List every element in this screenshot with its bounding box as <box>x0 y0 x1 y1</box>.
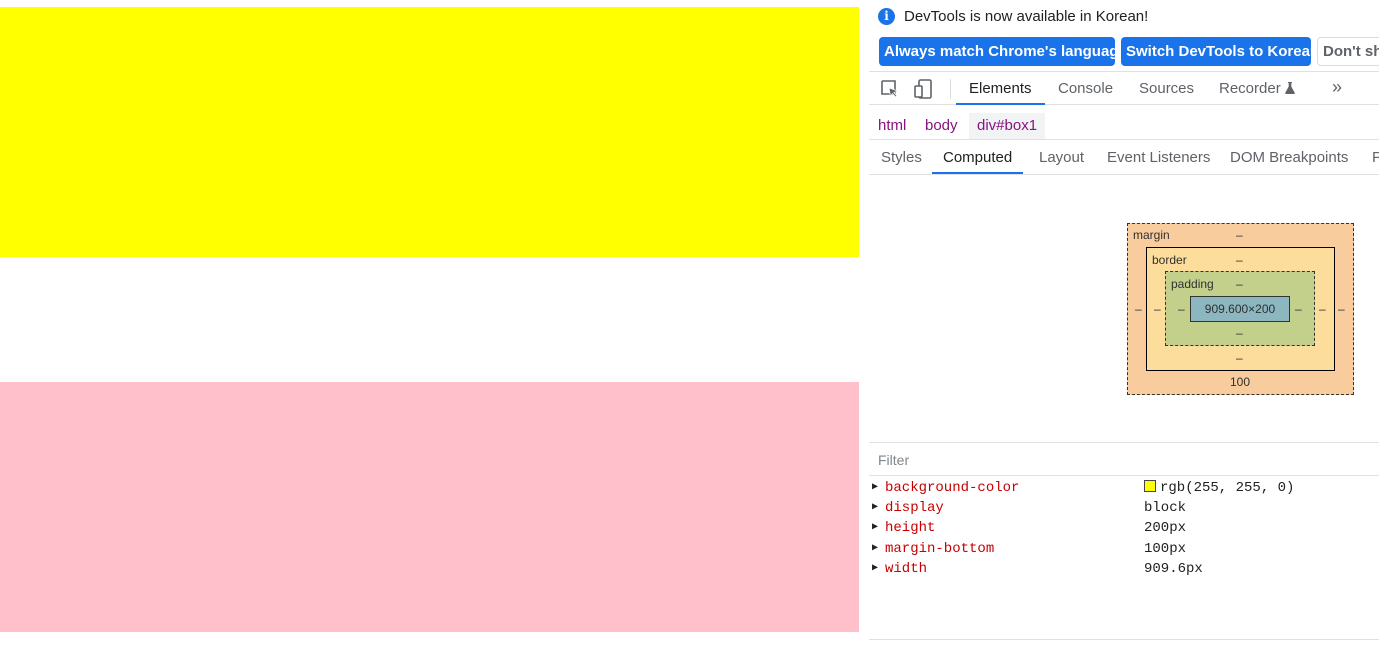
toolbar-divider <box>950 79 951 99</box>
switch-korean-button[interactable]: Switch DevTools to Korean <box>1121 37 1319 66</box>
more-tabs-chevron-icon[interactable]: » <box>1332 72 1342 105</box>
computed-row-margin-bottom[interactable]: ▶ margin-bottom 100px <box>869 539 1379 559</box>
border-bottom-value[interactable]: – <box>1236 351 1243 365</box>
tab-properties[interactable]: P <box>1372 141 1379 174</box>
property-name: background-color <box>885 480 1020 496</box>
main-tabbar: Elements Console Sources Recorder » <box>869 71 1379 105</box>
border-top-value[interactable]: – <box>1236 253 1243 267</box>
filter-input[interactable] <box>878 449 1358 471</box>
tab-console[interactable]: Console <box>1058 72 1113 105</box>
tab-styles[interactable]: Styles <box>881 141 922 174</box>
expand-triangle-icon[interactable]: ▶ <box>872 498 878 518</box>
tab-event-listeners[interactable]: Event Listeners <box>1107 141 1210 174</box>
info-icon: i <box>878 8 895 25</box>
property-value: 200px <box>1144 520 1187 536</box>
computed-row-height[interactable]: ▶ height 200px <box>869 518 1379 538</box>
property-value-text: rgb(255, 255, 0) <box>1160 480 1295 496</box>
experiment-beaker-icon <box>1284 82 1295 94</box>
property-name: display <box>885 500 944 516</box>
computed-row-display[interactable]: ▶ display block <box>869 498 1379 518</box>
property-value: 909.6px <box>1144 561 1203 577</box>
property-name: height <box>885 520 936 536</box>
expand-triangle-icon[interactable]: ▶ <box>872 559 878 579</box>
language-infobar: i DevTools is now available in Korean! A… <box>869 0 1379 70</box>
property-name: width <box>885 561 928 577</box>
tab-dom-breakpoints[interactable]: DOM Breakpoints <box>1230 141 1348 174</box>
property-value: 100px <box>1144 541 1187 557</box>
breadcrumb: html body div#box1 <box>869 110 1379 140</box>
breadcrumb-html[interactable]: html <box>878 113 906 139</box>
margin-top-value[interactable]: – <box>1236 228 1243 242</box>
border-label: border <box>1152 253 1187 267</box>
property-name: margin-bottom <box>885 541 995 557</box>
inspect-element-icon[interactable] <box>879 78 901 100</box>
match-language-button[interactable]: Always match Chrome's language <box>879 37 1127 66</box>
border-right-value[interactable]: – <box>1319 302 1326 316</box>
filter-bar <box>869 442 1379 476</box>
box1[interactable] <box>0 7 859 257</box>
expand-triangle-icon[interactable]: ▶ <box>872 539 878 559</box>
devtools-panel: i DevTools is now available in Korean! A… <box>869 0 1379 647</box>
dont-show-again-button[interactable]: Don't sh <box>1317 37 1379 66</box>
page-viewport <box>0 0 869 647</box>
tab-recorder[interactable]: Recorder <box>1219 72 1295 105</box>
box2[interactable] <box>0 382 859 632</box>
breadcrumb-body[interactable]: body <box>925 113 958 139</box>
computed-row-width[interactable]: ▶ width 909.6px <box>869 559 1379 579</box>
box-model-content[interactable]: 909.600×200 <box>1190 296 1290 322</box>
border-left-value[interactable]: – <box>1154 302 1161 316</box>
tab-elements[interactable]: Elements <box>956 72 1045 105</box>
color-swatch[interactable] <box>1144 480 1156 492</box>
tab-recorder-label: Recorder <box>1219 80 1281 97</box>
panel-divider <box>869 639 1379 640</box>
padding-right-value[interactable]: – <box>1295 302 1302 316</box>
padding-bottom-value[interactable]: – <box>1236 326 1243 340</box>
breadcrumb-div-box1[interactable]: div#box1 <box>969 113 1046 139</box>
padding-left-value[interactable]: – <box>1178 302 1185 316</box>
tab-layout[interactable]: Layout <box>1039 141 1084 174</box>
margin-right-value[interactable]: – <box>1338 302 1345 316</box>
margin-label: margin <box>1133 228 1170 242</box>
property-value: block <box>1144 500 1187 516</box>
margin-left-value[interactable]: – <box>1135 302 1142 316</box>
sidebar-tabbar: Styles Computed Layout Event Listeners D… <box>869 141 1379 175</box>
expand-triangle-icon[interactable]: ▶ <box>872 518 878 538</box>
padding-top-value[interactable]: – <box>1236 277 1243 291</box>
device-toolbar-icon[interactable] <box>913 78 935 100</box>
margin-bottom-value[interactable]: 100 <box>1230 375 1250 389</box>
property-value: rgb(255, 255, 0) <box>1144 478 1294 498</box>
tab-computed[interactable]: Computed <box>932 141 1024 174</box>
tab-sources[interactable]: Sources <box>1139 72 1194 105</box>
computed-row-background-color[interactable]: ▶ background-color rgb(255, 255, 0) <box>869 478 1379 498</box>
infobar-message: DevTools is now available in Korean! <box>904 8 1149 25</box>
expand-triangle-icon[interactable]: ▶ <box>872 478 878 498</box>
padding-label: padding <box>1171 277 1214 291</box>
